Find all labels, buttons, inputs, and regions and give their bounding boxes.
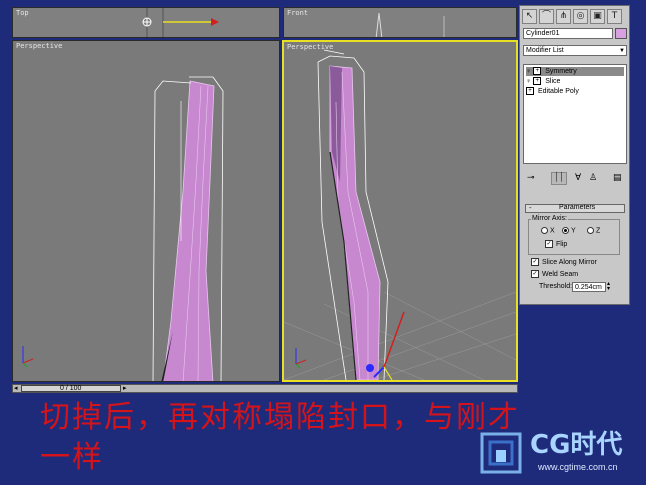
utilities-tab[interactable]: T bbox=[607, 9, 622, 24]
left-perspective-viewport[interactable]: Perspective bbox=[12, 40, 280, 382]
top-viewport[interactable]: Top bbox=[12, 7, 280, 38]
pin-stack-icon[interactable]: ⊸ bbox=[527, 173, 535, 183]
stack-item-editable-poly[interactable]: + Editable Poly bbox=[526, 87, 624, 96]
lightbulb-icon[interactable]: ♀ bbox=[526, 78, 531, 85]
expand-icon[interactable]: + bbox=[533, 77, 542, 86]
modifier-list-label: Modifier List bbox=[526, 47, 564, 54]
timeline-right-arrow[interactable]: ▸ bbox=[123, 384, 127, 392]
stack-item-label: Editable Poly bbox=[538, 88, 579, 95]
modifier-stack[interactable]: ♀ + Symmetry ♀ + Slice + Editable Poly bbox=[523, 64, 627, 164]
hammer-icon: T bbox=[611, 11, 618, 21]
command-panel: ↖ ⌒ ⋔ ◎ ▣ T Cylinder01 Modifier List ▼ ♀… bbox=[519, 5, 630, 305]
threshold-spinner[interactable]: ▴ ▾ bbox=[607, 281, 610, 292]
mirror-axis-group: Mirror Axis: X Y Z ✓ Flip bbox=[528, 215, 620, 255]
threshold-input[interactable]: 0.254cm bbox=[572, 282, 606, 292]
modify-tab[interactable]: ⌒ bbox=[539, 9, 554, 24]
object-color-swatch[interactable] bbox=[615, 28, 627, 39]
make-unique-icon[interactable]: ∀ bbox=[575, 173, 581, 183]
threshold-label: Threshold: bbox=[539, 283, 573, 290]
motion-tab[interactable]: ◎ bbox=[573, 9, 588, 24]
rollout-title: Parameters bbox=[559, 204, 596, 211]
object-name-field[interactable]: Cylinder01 bbox=[523, 28, 613, 39]
configure-sets-icon[interactable]: ▤ bbox=[613, 173, 622, 183]
remove-modifier-icon[interactable]: ♙ bbox=[589, 173, 597, 183]
expand-icon[interactable]: + bbox=[526, 87, 534, 96]
timeline-bar[interactable]: 0 / 100 ◂ ▸ bbox=[12, 384, 518, 393]
frame-counter: 0 / 100 bbox=[60, 385, 82, 392]
left-perspective-mesh bbox=[22, 76, 224, 381]
stack-item-label: Symmetry bbox=[545, 68, 577, 75]
axis-y-radio[interactable]: Y bbox=[562, 227, 576, 234]
right-perspective-mesh bbox=[284, 49, 516, 380]
create-tab[interactable]: ↖ bbox=[522, 9, 537, 24]
chevron-down-icon: ▼ bbox=[619, 48, 625, 54]
weld-seam-checkbox[interactable]: ✓ Weld Seam bbox=[531, 270, 578, 278]
mirror-axis-label: Mirror Axis: bbox=[531, 215, 568, 222]
lightbulb-icon[interactable]: ♀ bbox=[526, 68, 531, 75]
show-end-result-icon[interactable]: ⏐⏐ bbox=[551, 172, 568, 185]
cg-logo: CG时代 www.cgtime.com.cn bbox=[478, 428, 642, 482]
hierarchy-icon: ⋔ bbox=[559, 11, 568, 21]
hierarchy-tab[interactable]: ⋔ bbox=[556, 9, 571, 24]
top-viewport-graphics bbox=[142, 8, 219, 37]
timeline-left-arrow[interactable]: ◂ bbox=[14, 384, 18, 392]
slice-along-mirror-checkbox[interactable]: ✓ Slice Along Mirror bbox=[531, 258, 597, 266]
time-slider[interactable]: 0 / 100 bbox=[21, 385, 121, 392]
stack-item-symmetry[interactable]: ♀ + Symmetry bbox=[526, 67, 624, 76]
logo-brand: CG时代 bbox=[530, 430, 623, 460]
modifier-list-dropdown[interactable]: Modifier List ▼ bbox=[523, 45, 627, 56]
axis-z-radio[interactable]: Z bbox=[587, 227, 600, 234]
display-tab[interactable]: ▣ bbox=[590, 9, 605, 24]
display-icon: ▣ bbox=[593, 11, 602, 21]
front-viewport[interactable]: Front bbox=[283, 7, 517, 38]
parameters-rollout-header[interactable]: - Parameters bbox=[525, 204, 625, 213]
flip-checkbox[interactable]: ✓ Flip bbox=[545, 240, 567, 248]
pointer-icon: ↖ bbox=[525, 11, 534, 21]
modify-icon: ⌒ bbox=[541, 11, 551, 21]
stack-toolbar: ⊸ ⏐⏐ ∀ ♙ ▤ bbox=[523, 172, 627, 186]
logo-url: www.cgtime.com.cn bbox=[538, 462, 618, 472]
right-perspective-viewport[interactable]: Perspective bbox=[282, 40, 518, 382]
stack-item-label: Slice bbox=[545, 78, 561, 85]
logo-emblem bbox=[480, 432, 522, 474]
expand-icon[interactable]: + bbox=[533, 67, 542, 76]
motion-icon: ◎ bbox=[576, 11, 585, 21]
rollout-toggle: - bbox=[529, 204, 532, 212]
stack-item-slice[interactable]: ♀ + Slice bbox=[526, 77, 624, 86]
front-viewport-graphics bbox=[375, 12, 445, 37]
axis-x-radio[interactable]: X bbox=[541, 227, 555, 234]
